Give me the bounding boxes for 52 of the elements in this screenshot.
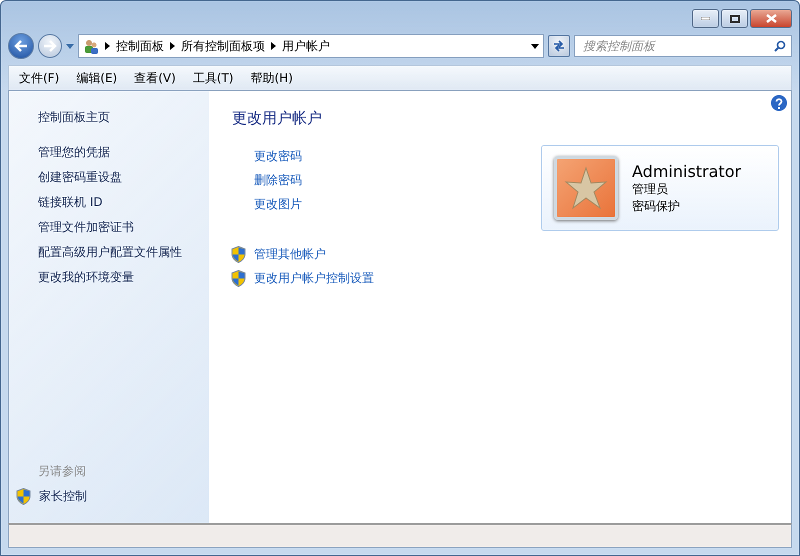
close-button[interactable] [750, 9, 792, 28]
menu-item[interactable]: 查看(V) [134, 70, 176, 86]
menu-item[interactable]: 编辑(E) [76, 70, 118, 86]
address-bar[interactable]: 控制面板 所有控制面板项 用户帐户 [78, 34, 544, 58]
shield-icon [231, 270, 246, 286]
sidebar-link[interactable]: 链接联机 ID [38, 190, 209, 215]
refresh-button[interactable] [548, 35, 570, 57]
account-name: Administrator [632, 162, 742, 180]
task-link[interactable]: 删除密码 [254, 168, 521, 192]
task-link[interactable]: 管理其他帐户 [254, 242, 326, 266]
chevron-right-icon [105, 42, 110, 50]
breadcrumb-item[interactable]: 控制面板 [116, 38, 164, 54]
menu-item[interactable]: 文件(F) [19, 70, 60, 86]
forward-button[interactable] [38, 34, 62, 58]
back-button[interactable] [8, 33, 34, 59]
sidebar-link[interactable]: 家长控制 [39, 484, 87, 509]
sidebar-link[interactable]: 创建密码重设盘 [38, 165, 209, 190]
task-link[interactable]: 更改密码 [254, 144, 521, 168]
help-button[interactable] [771, 95, 787, 111]
menu-item[interactable]: 工具(T) [192, 70, 234, 86]
task-link[interactable]: 更改用户帐户控制设置 [254, 266, 374, 290]
maximize-button[interactable] [721, 9, 748, 28]
page-heading: 更改用户帐户 [232, 109, 323, 128]
sidebar-link[interactable]: 配置高级用户配置文件属性 [38, 240, 209, 265]
dropdown-caret-icon [66, 44, 74, 48]
search-field[interactable]: 搜索控制面板 [574, 35, 792, 57]
see-also-heading: 另请参阅 [38, 463, 87, 480]
task-link[interactable]: 更改图片 [254, 192, 521, 216]
menu-item[interactable]: 帮助(H) [250, 70, 293, 86]
shield-icon [16, 488, 31, 505]
chevron-right-icon [170, 42, 175, 50]
breadcrumb-item[interactable]: 所有控制面板项 [181, 38, 265, 54]
dropdown-caret-icon [531, 44, 539, 48]
account-type: 管理员 [632, 180, 669, 198]
account-status: 密码保护 [632, 198, 681, 214]
search-icon [774, 40, 786, 52]
minimize-button[interactable] [692, 9, 719, 28]
minimize-icon [701, 17, 710, 20]
users-icon [83, 38, 99, 54]
sidebar-link[interactable]: 管理文件加密证书 [38, 215, 209, 240]
right-arrow-icon [43, 40, 57, 52]
breadcrumb-item[interactable]: 用户帐户 [282, 38, 330, 54]
refresh-arrows-icon [552, 40, 566, 52]
shield-icon [231, 246, 246, 262]
sidebar-link[interactable]: 控制面板主页 [38, 105, 209, 130]
chevron-right-icon [271, 42, 276, 50]
close-icon [766, 14, 776, 23]
question-mark-icon [775, 98, 783, 108]
maximize-icon [730, 14, 740, 22]
sidebar-link[interactable]: 更改我的环境变量 [38, 265, 209, 290]
sidebar-link[interactable]: 管理您的凭据 [38, 140, 209, 165]
left-arrow-icon [14, 40, 28, 52]
